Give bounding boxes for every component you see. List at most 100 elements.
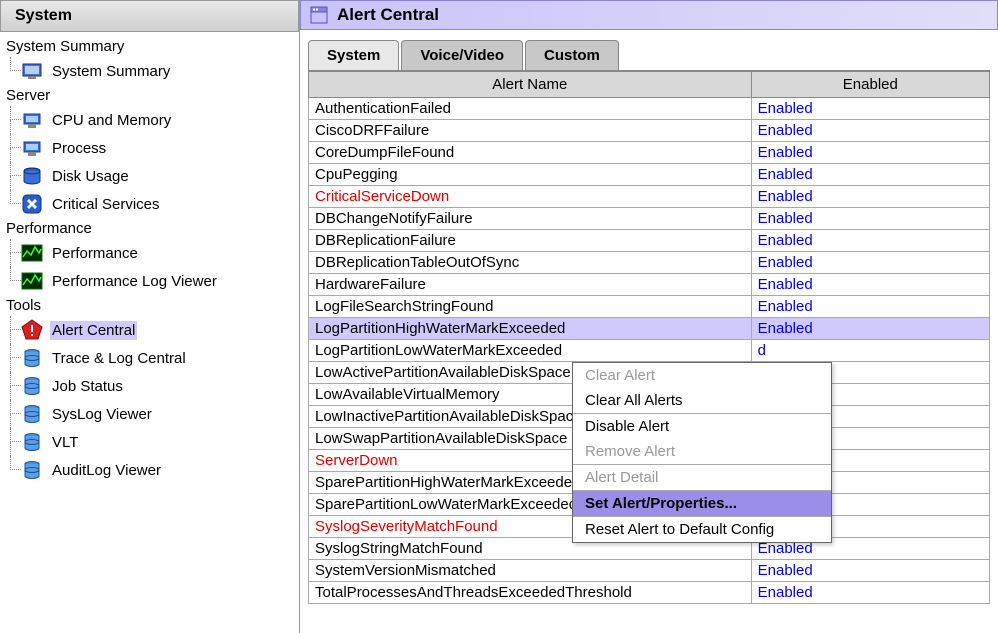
alert-enabled-cell: Enabled <box>751 252 989 274</box>
tab-system[interactable]: System <box>308 40 399 70</box>
window-icon <box>309 5 329 25</box>
menu-item-disable-alert[interactable]: Disable Alert <box>573 414 831 439</box>
menu-item-clear-all-alerts[interactable]: Clear All Alerts <box>573 388 831 413</box>
table-row[interactable]: LogPartitionHighWaterMarkExceededEnabled <box>309 318 990 340</box>
table-row[interactable]: LogPartitionLowWaterMarkExceededd <box>309 340 990 362</box>
db-icon <box>20 402 44 426</box>
tree-item-syslog-viewer[interactable]: SysLog Viewer <box>0 400 299 428</box>
table-row[interactable]: CriticalServiceDownEnabled <box>309 186 990 208</box>
tree-item-trace-log-central[interactable]: Trace & Log Central <box>0 344 299 372</box>
tree-item-alert-central[interactable]: Alert Central <box>0 316 299 344</box>
tree-item-label: SysLog Viewer <box>50 405 154 424</box>
tree-item-label: VLT <box>50 433 80 452</box>
alert-name-cell: LogPartitionLowWaterMarkExceeded <box>309 340 752 362</box>
tree-item-label: System Summary <box>50 62 172 81</box>
alert-name-cell: TotalProcessesAndThreadsExceededThreshol… <box>309 582 752 604</box>
alert-enabled-cell: Enabled <box>751 560 989 582</box>
alert-name-cell: LogPartitionHighWaterMarkExceeded <box>309 318 752 340</box>
tree-item-label: Process <box>50 139 108 158</box>
tree-item-disk-usage[interactable]: Disk Usage <box>0 162 299 190</box>
tree-item-label: AuditLog Viewer <box>50 461 163 480</box>
tree-item-auditlog-viewer[interactable]: AuditLog Viewer <box>0 456 299 484</box>
alert-name-cell: LogFileSearchStringFound <box>309 296 752 318</box>
table-row[interactable]: CiscoDRFFailureEnabled <box>309 120 990 142</box>
alert-name-cell: DBReplicationTableOutOfSync <box>309 252 752 274</box>
menu-item-reset-alert-to-default-config[interactable]: Reset Alert to Default Config <box>573 517 831 542</box>
tree-item-label: Performance Log Viewer <box>50 272 219 291</box>
alert-enabled-cell: Enabled <box>751 120 989 142</box>
alert-name-cell: CiscoDRFFailure <box>309 120 752 142</box>
tree-item-label: Disk Usage <box>50 167 131 186</box>
tree-item-label: Trace & Log Central <box>50 349 188 368</box>
perf-icon <box>20 269 44 293</box>
content-area: SystemVoice/VideoCustom Alert Name Enabl… <box>300 30 998 633</box>
tree-item-performance[interactable]: Performance <box>0 239 299 267</box>
table-row[interactable]: DBChangeNotifyFailureEnabled <box>309 208 990 230</box>
db-icon <box>20 458 44 482</box>
tab-voice-video[interactable]: Voice/Video <box>401 40 523 70</box>
process-icon <box>20 136 44 160</box>
menu-item-set-alert-properties-[interactable]: Set Alert/Properties... <box>573 491 831 516</box>
menu-item-alert-detail: Alert Detail <box>573 465 831 490</box>
alert-enabled-cell: Enabled <box>751 318 989 340</box>
table-row[interactable]: SystemVersionMismatchedEnabled <box>309 560 990 582</box>
perf-icon <box>20 241 44 265</box>
column-header-enabled[interactable]: Enabled <box>751 72 989 98</box>
column-header-alert-name[interactable]: Alert Name <box>309 72 752 98</box>
alert-name-cell: DBChangeNotifyFailure <box>309 208 752 230</box>
sidebar-title: System <box>0 0 299 32</box>
tree-item-label: Job Status <box>50 377 125 396</box>
table-row[interactable]: CoreDumpFileFoundEnabled <box>309 142 990 164</box>
tree-item-system-summary[interactable]: System Summary <box>0 57 299 85</box>
db-icon <box>20 374 44 398</box>
tree-item-label: Alert Central <box>50 321 137 340</box>
critical-icon <box>20 192 44 216</box>
tree-item-process[interactable]: Process <box>0 134 299 162</box>
alert-name-cell: HardwareFailure <box>309 274 752 296</box>
table-row[interactable]: CpuPeggingEnabled <box>309 164 990 186</box>
alert-name-cell: AuthenticationFailed <box>309 98 752 120</box>
alert-enabled-cell: d <box>751 340 989 362</box>
alert-name-cell: CpuPegging <box>309 164 752 186</box>
tree-item-cpu-and-memory[interactable]: CPU and Memory <box>0 106 299 134</box>
tree-group-label: Tools <box>0 295 299 316</box>
alert-enabled-cell: Enabled <box>751 582 989 604</box>
sidebar: System System Summary System Summary Serve… <box>0 0 300 633</box>
alert-enabled-cell: Enabled <box>751 230 989 252</box>
alert-name-cell: CriticalServiceDown <box>309 186 752 208</box>
tree-item-performance-log-viewer[interactable]: Performance Log Viewer <box>0 267 299 295</box>
alert-enabled-cell: Enabled <box>751 164 989 186</box>
alert-enabled-cell: Enabled <box>751 98 989 120</box>
table-row[interactable]: DBReplicationFailureEnabled <box>309 230 990 252</box>
tree-item-label: Critical Services <box>50 195 162 214</box>
db-icon <box>20 346 44 370</box>
tree-group-label: System Summary <box>0 36 299 57</box>
tree-item-critical-services[interactable]: Critical Services <box>0 190 299 218</box>
alert-icon <box>20 318 44 342</box>
alert-enabled-cell: Enabled <box>751 296 989 318</box>
table-row[interactable]: LogFileSearchStringFoundEnabled <box>309 296 990 318</box>
disk-icon <box>20 164 44 188</box>
tree-group-label: Server <box>0 85 299 106</box>
tree-item-job-status[interactable]: Job Status <box>0 372 299 400</box>
alert-enabled-cell: Enabled <box>751 186 989 208</box>
tree-item-vlt[interactable]: VLT <box>0 428 299 456</box>
db-icon <box>20 430 44 454</box>
sidebar-tree: System Summary System Summary Server CPU an… <box>0 32 299 488</box>
table-row[interactable]: TotalProcessesAndThreadsExceededThreshol… <box>309 582 990 604</box>
menu-item-clear-alert: Clear Alert <box>573 363 831 388</box>
alert-enabled-cell: Enabled <box>751 274 989 296</box>
context-menu: Clear AlertClear All AlertsDisable Alert… <box>572 362 832 543</box>
cpu-icon <box>20 108 44 132</box>
tree-item-label: CPU and Memory <box>50 111 173 130</box>
table-row[interactable]: DBReplicationTableOutOfSyncEnabled <box>309 252 990 274</box>
tab-bar: SystemVoice/VideoCustom <box>308 40 990 71</box>
main-panel: Alert Central SystemVoice/VideoCustom Al… <box>300 0 998 633</box>
alert-name-cell: SystemVersionMismatched <box>309 560 752 582</box>
alert-enabled-cell: Enabled <box>751 208 989 230</box>
tab-custom[interactable]: Custom <box>525 40 619 70</box>
tree-group-label: Performance <box>0 218 299 239</box>
menu-item-remove-alert: Remove Alert <box>573 439 831 464</box>
table-row[interactable]: AuthenticationFailedEnabled <box>309 98 990 120</box>
table-row[interactable]: HardwareFailureEnabled <box>309 274 990 296</box>
